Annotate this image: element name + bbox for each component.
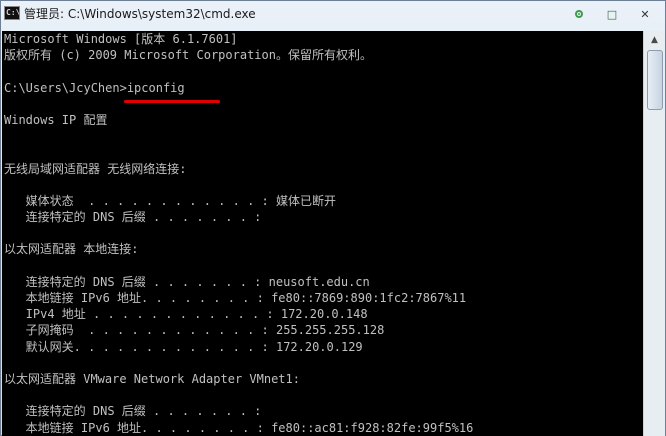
red-underline-annotation (124, 100, 220, 103)
title-bar[interactable]: C:\ 管理员: C:\Windows\system32\cmd.exe □ ✕ (1, 1, 665, 31)
console-line: 连接特定的 DNS 后缀 . . . . . . . : (4, 404, 262, 419)
vertical-scrollbar[interactable]: ▲ (643, 31, 665, 436)
scroll-thumb[interactable] (647, 50, 663, 110)
console-line: 无线局域网适配器 无线网络连接: (4, 161, 187, 176)
console-line: 以太网适配器 本地连接: (4, 242, 139, 257)
console-line: 版权所有 (c) 2009 Microsoft Corporation。保留所有… (4, 48, 372, 63)
scroll-track[interactable] (644, 111, 665, 431)
console-lines: Microsoft Windows [版本 6.1.7601] 版权所有 (c) … (4, 31, 473, 436)
minimize-button[interactable] (567, 6, 591, 22)
maximize-button[interactable]: □ (600, 6, 624, 22)
window-title: 管理员: C:\Windows\system32\cmd.exe (24, 7, 256, 21)
console-line: 连接特定的 DNS 后缀 . . . . . . . : (4, 210, 262, 225)
maximize-icon: □ (606, 7, 618, 21)
console-line: 本地链接 IPv6 地址. . . . . . . . : fe80::ac81… (4, 420, 474, 435)
console-line: IPv4 地址 . . . . . . . . . . . . : 172.20… (4, 307, 368, 322)
console-line: 连接特定的 DNS 后缀 . . . . . . . : neusoft.edu… (4, 274, 370, 289)
console-line: Microsoft Windows [版本 6.1.7601] (4, 32, 238, 46)
cmd-icon: C:\ (4, 6, 20, 20)
console-line: 媒体状态 . . . . . . . . . . . . : 媒体已断开 (4, 193, 336, 208)
close-icon: ✕ (640, 7, 650, 21)
console-line: C:\Users\JcyChen>ipconfig (4, 80, 185, 95)
console-line: 以太网适配器 VMware Network Adapter VMnet1: (4, 371, 300, 386)
minimize-icon (575, 10, 583, 18)
console-line: 默认网关. . . . . . . . . . . . . : 172.20.0… (4, 339, 363, 354)
console-line: Windows IP 配置 (4, 112, 108, 127)
console-line: 子网掩码 . . . . . . . . . . . . : 255.255.2… (4, 323, 385, 338)
console-output[interactable]: Microsoft Windows [版本 6.1.7601] 版权所有 (c) … (2, 31, 643, 436)
cmd-window: C:\ 管理员: C:\Windows\system32\cmd.exe □ ✕… (0, 0, 666, 436)
console-line: 本地链接 IPv6 地址. . . . . . . . : fe80::7869… (4, 291, 467, 305)
scroll-up-icon[interactable]: ▲ (644, 31, 665, 48)
close-button[interactable]: ✕ (633, 6, 657, 22)
